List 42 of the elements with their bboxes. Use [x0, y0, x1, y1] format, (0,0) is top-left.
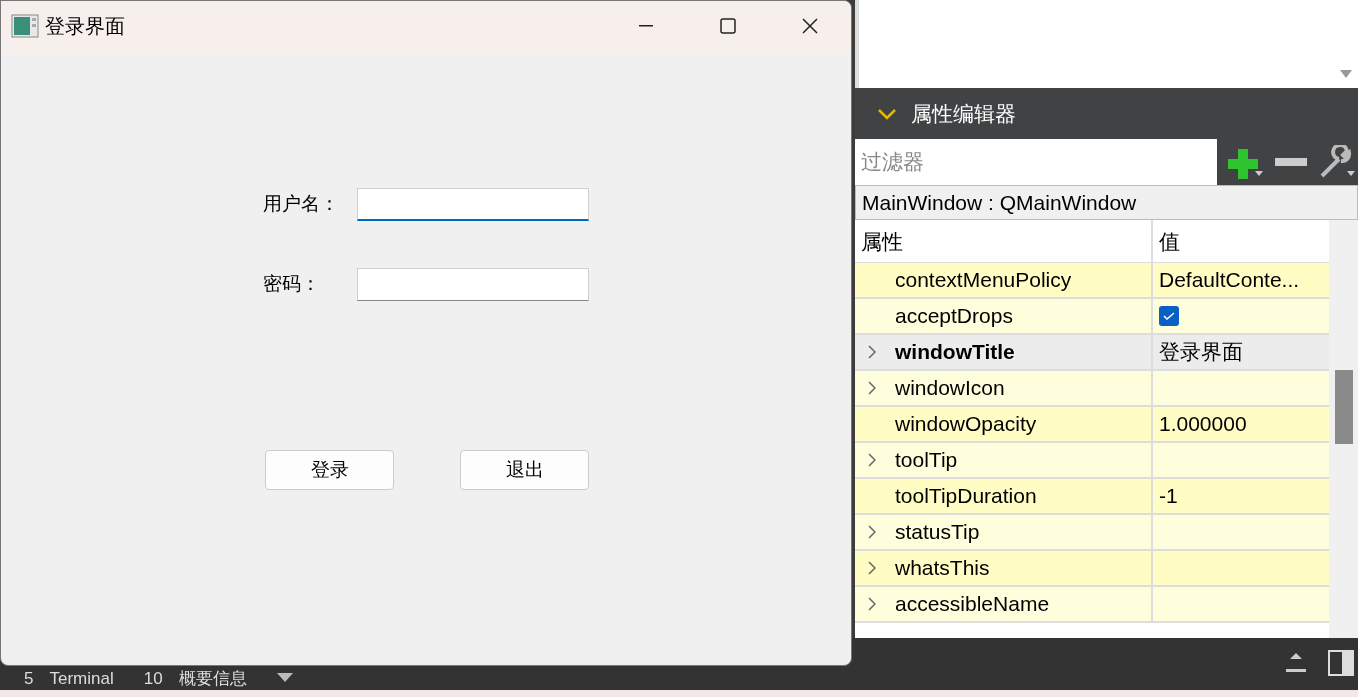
arrow-up-icon[interactable]	[1286, 651, 1306, 675]
checkbox[interactable]	[1159, 306, 1179, 326]
property-name: toolTipDuration	[894, 483, 1037, 509]
tab-number[interactable]: 5	[24, 669, 34, 689]
input-field[interactable]	[357, 188, 589, 221]
output-tab[interactable]: Terminal	[49, 669, 114, 689]
output-tab[interactable]: 概要信息	[178, 669, 247, 689]
panel-title: 属性编辑器	[911, 100, 1016, 127]
property-name: accessibleName	[894, 591, 1050, 617]
field-label: 密码：	[263, 272, 321, 297]
maximize-icon[interactable]	[720, 18, 736, 34]
tab-number[interactable]: 10	[143, 669, 163, 689]
minus-icon[interactable]	[1275, 157, 1307, 167]
field-label: 用户名：	[263, 192, 340, 217]
property-value: -1	[1159, 483, 1178, 510]
scroll-down-icon[interactable]	[1340, 70, 1352, 78]
property-name: contextMenuPolicy	[894, 267, 1072, 293]
app-icon	[11, 14, 39, 38]
property-value: DefaultConte...	[1159, 267, 1300, 294]
property-name: windowIcon	[894, 375, 1005, 401]
column-header[interactable]: 值	[1153, 220, 1329, 262]
property-name: statusTip	[894, 519, 980, 545]
check-icon[interactable]	[1163, 312, 1175, 320]
push-button[interactable]: 退出	[460, 450, 589, 490]
object-class-label: MainWindow : QMainWindow	[855, 185, 1358, 220]
chevron-down-icon[interactable]	[877, 107, 897, 120]
property-name: toolTip	[894, 447, 958, 473]
push-button[interactable]: 登录	[265, 450, 394, 490]
panel-toggle-icon[interactable]	[1328, 650, 1354, 676]
filter-field[interactable]: 过滤器	[855, 139, 1217, 185]
wrench-icon[interactable]	[1319, 145, 1355, 179]
close-icon[interactable]	[802, 18, 818, 34]
property-name: whatsThis	[894, 555, 990, 581]
window-title: 登录界面	[45, 14, 125, 39]
property-value: 1.000000	[1159, 411, 1247, 438]
scrollbar-thumb[interactable]	[1334, 370, 1353, 444]
property-name: windowOpacity	[894, 411, 1037, 437]
property-value: 登录界面	[1159, 339, 1243, 366]
property-name: acceptDrops	[894, 303, 1013, 329]
dropdown-icon[interactable]	[276, 673, 293, 683]
input-field[interactable]	[357, 268, 589, 301]
minimize-icon[interactable]	[639, 25, 653, 27]
